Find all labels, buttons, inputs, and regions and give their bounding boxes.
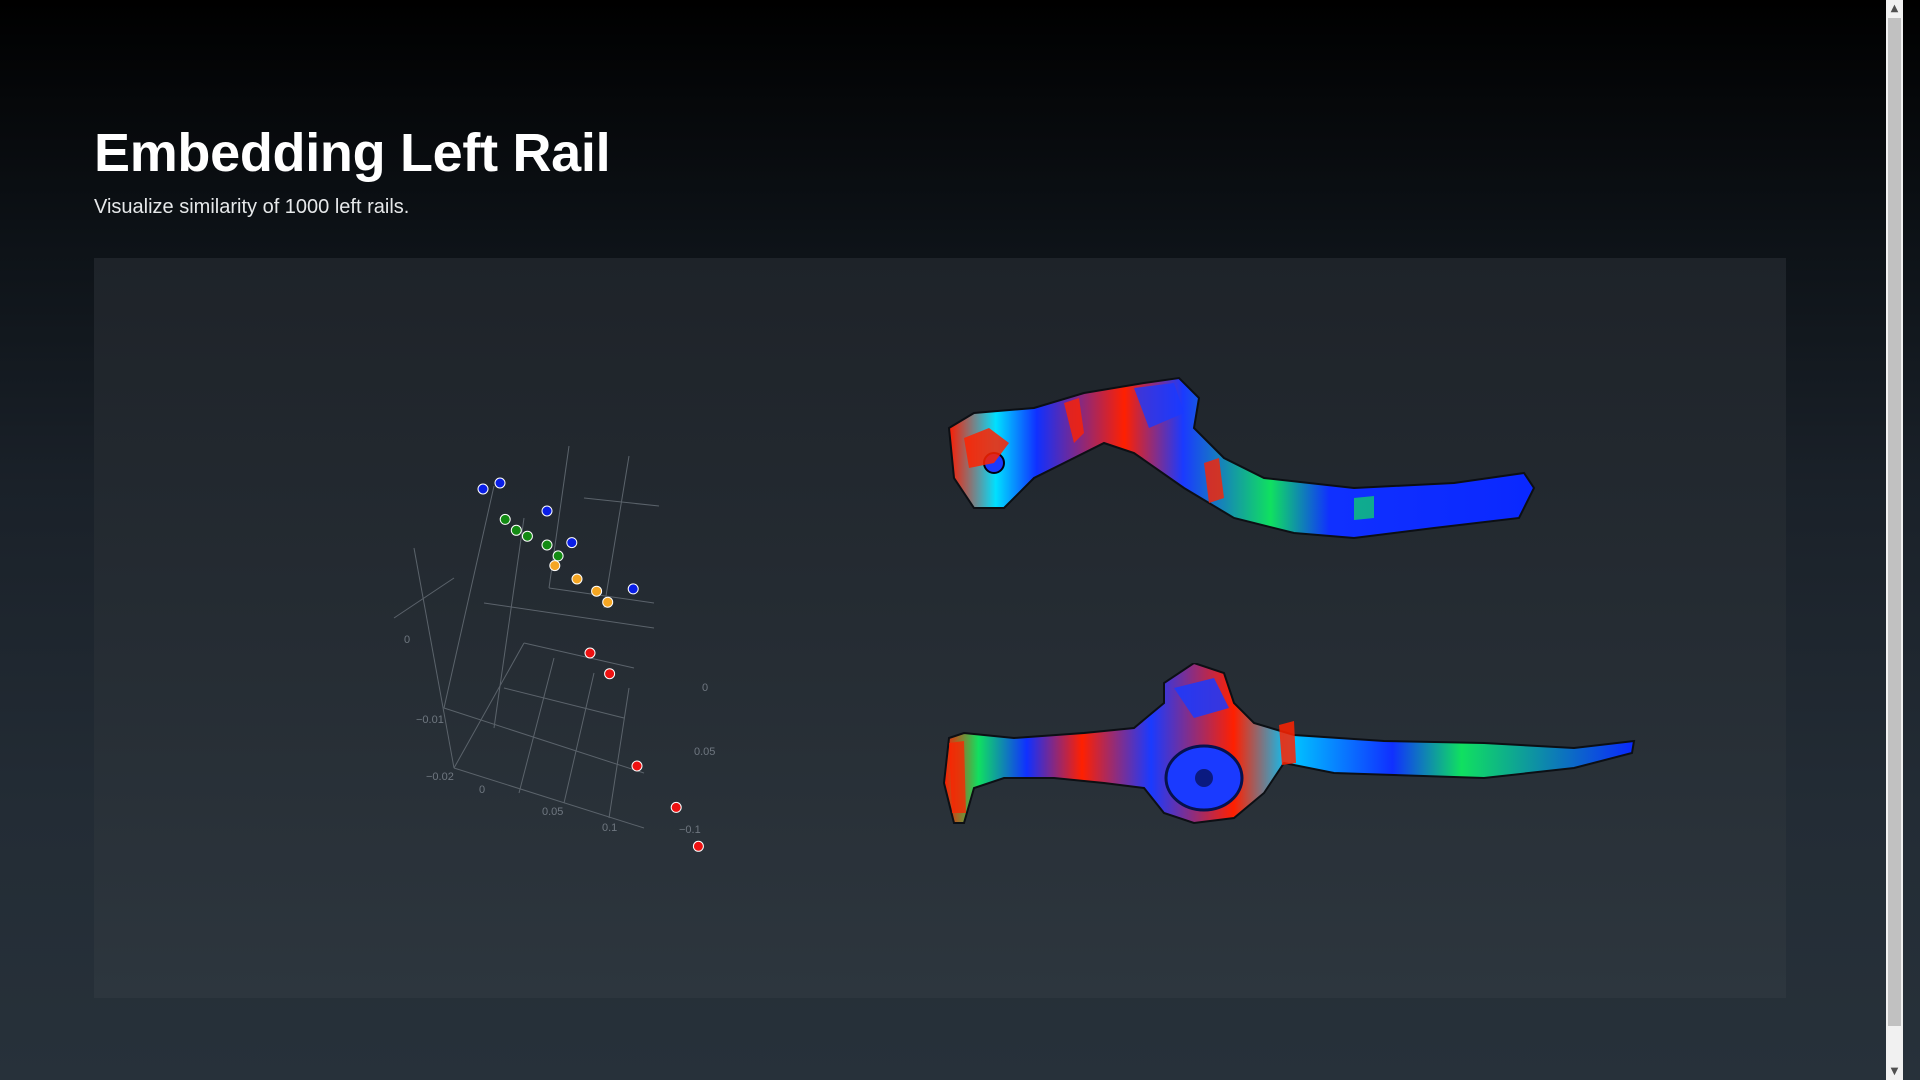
rail-mesh-top	[947, 376, 1536, 540]
z-tick-2: −0.1	[679, 824, 701, 836]
scatter-point[interactable]	[541, 539, 553, 551]
x-tick-1: 0.05	[542, 806, 563, 818]
x-tick-2: 0.1	[602, 822, 617, 834]
scatter-point[interactable]	[604, 668, 616, 680]
scatter-point[interactable]	[692, 840, 704, 852]
y-tick-1: −0.01	[416, 714, 444, 726]
z-tick-1: 0.05	[694, 746, 715, 758]
scrollbar-thumb[interactable]	[1888, 18, 1901, 1026]
scatter-point[interactable]	[549, 560, 561, 572]
page-title: Embedding Left Rail	[94, 123, 611, 183]
scatter-point[interactable]	[477, 483, 489, 495]
scatter-point[interactable]	[631, 760, 643, 772]
visualization-panel: 0 0.05 0.1 −0.02 −0.01 0 0 0.05 −0.1	[94, 258, 1786, 998]
scatter-point[interactable]	[566, 537, 578, 549]
scatter-point[interactable]	[510, 524, 522, 536]
scatter-point[interactable]	[602, 596, 614, 608]
scatter-point[interactable]	[494, 477, 506, 489]
scatter-point[interactable]	[499, 513, 511, 525]
embedding-scatter-3d[interactable]: 0 0.05 0.1 −0.02 −0.01 0 0 0.05 −0.1	[354, 418, 874, 858]
vertical-scrollbar[interactable]: ▲ ▼	[1886, 0, 1903, 1080]
y-tick-2: 0	[404, 634, 410, 646]
page: Embedding Left Rail Visualize similarity…	[0, 0, 1903, 1080]
scatter-point[interactable]	[571, 573, 583, 585]
rail-mesh-bottom	[942, 663, 1636, 825]
y-tick-0: −0.02	[426, 771, 454, 783]
scroll-up-arrow-icon[interactable]: ▲	[1886, 0, 1903, 17]
scatter-point[interactable]	[670, 801, 682, 813]
scatter-point[interactable]	[521, 530, 533, 542]
scatter-points[interactable]	[477, 477, 726, 858]
scatter-point[interactable]	[584, 647, 596, 659]
tick-labels: 0 0.05 0.1 −0.02 −0.01 0 0 0.05 −0.1	[404, 634, 715, 836]
x-tick-0: 0	[479, 784, 485, 796]
scroll-down-arrow-icon[interactable]: ▼	[1886, 1063, 1903, 1080]
scatter-point[interactable]	[591, 585, 603, 597]
page-subtitle: Visualize similarity of 1000 left rails.	[94, 196, 410, 218]
scatter-point[interactable]	[541, 505, 553, 517]
scatter-point[interactable]	[552, 550, 564, 562]
z-tick-0: 0	[702, 682, 708, 694]
scatter-point[interactable]	[627, 583, 639, 595]
